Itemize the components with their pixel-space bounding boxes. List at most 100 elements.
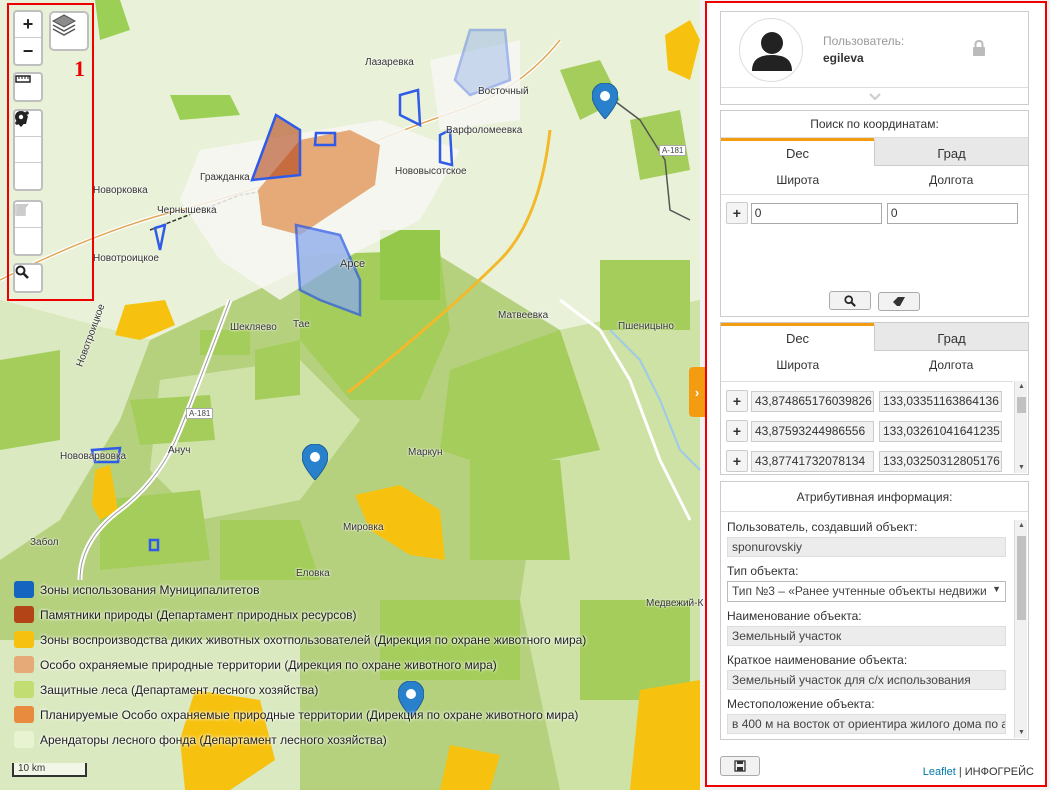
legend-swatch-1 bbox=[14, 606, 34, 623]
short-name-label: Краткое наименование объекта: bbox=[727, 653, 908, 667]
trash-icon bbox=[16, 204, 26, 216]
place-label: Лазаревка bbox=[365, 57, 414, 68]
add-coordinate-button[interactable]: + bbox=[726, 202, 748, 224]
legend-label: Зоны использования Муниципалитетов bbox=[40, 582, 260, 597]
place-label: Новорковка bbox=[93, 185, 148, 196]
short-name-field[interactable]: Земельный участок для с/х использования bbox=[727, 670, 1006, 690]
delete-layers-button[interactable] bbox=[15, 204, 41, 254]
longitude-header: Долгота bbox=[929, 173, 974, 187]
legend-item: Планируемые Особо охраняемые природные т… bbox=[14, 702, 586, 727]
place-label: Гражданка bbox=[200, 172, 250, 183]
layers-button[interactable] bbox=[49, 11, 89, 51]
legend-item: Памятники природы (Департамент природных… bbox=[14, 602, 586, 627]
legend-swatch-4 bbox=[14, 681, 34, 698]
coord-list-headers: Широта Долгота bbox=[721, 351, 1028, 380]
coord-list: + 43,874865176039826 133,03351163864136 … bbox=[721, 381, 1013, 473]
attributes-form: Пользователь, создавший объект: sponurov… bbox=[721, 513, 1013, 739]
scale-bar: 10 km bbox=[12, 763, 87, 777]
coord-list-scrollbar[interactable]: ▲ ▼ bbox=[1014, 381, 1027, 473]
latitude-input[interactable]: 0 bbox=[750, 202, 882, 224]
coord-search-actions bbox=[721, 291, 1028, 311]
user-label: Пользователь: bbox=[823, 34, 905, 48]
latitude-header: Широта bbox=[776, 173, 820, 187]
coord-list-card: Dec Град Широта Долгота + 43,87486517603… bbox=[720, 322, 1029, 475]
avatar bbox=[739, 18, 803, 82]
place-label: Тае bbox=[293, 319, 310, 330]
legend-swatch-0 bbox=[14, 581, 34, 598]
search-coordinates-button[interactable] bbox=[828, 291, 871, 310]
chevron-right-icon: › bbox=[694, 384, 700, 400]
road-label: А-181 bbox=[186, 408, 214, 419]
location-label: Местоположение объекта: bbox=[727, 697, 875, 711]
edit-control bbox=[13, 200, 43, 256]
longitude-input[interactable]: 0 bbox=[886, 202, 1018, 224]
legend-label: Особо охраняемые природные территории (Д… bbox=[40, 657, 497, 672]
chevron-down-icon: ▼ bbox=[992, 584, 1001, 594]
draw-polygon-button[interactable] bbox=[15, 112, 41, 163]
ruler-icon bbox=[15, 75, 31, 83]
scroll-up-icon[interactable]: ▲ bbox=[1015, 520, 1028, 531]
clear-coordinates-button[interactable] bbox=[878, 292, 921, 311]
leaflet-link[interactable]: Leaflet bbox=[923, 766, 956, 778]
longitude-header: Долгота bbox=[929, 358, 974, 372]
place-label: Нововысотское bbox=[395, 166, 467, 177]
place-label: Восточный bbox=[478, 86, 529, 97]
scrollbar-thumb[interactable] bbox=[1017, 536, 1026, 620]
map-search-button[interactable] bbox=[15, 265, 41, 291]
zoom-out-button[interactable]: − bbox=[15, 38, 41, 64]
tab-grad[interactable]: Град bbox=[874, 138, 1028, 166]
legend-item: Арендаторы лесного фонда (Департамент ле… bbox=[14, 727, 586, 752]
place-label: Шекляево bbox=[230, 322, 277, 333]
legend-swatch-5 bbox=[14, 706, 34, 723]
scroll-down-icon[interactable]: ▼ bbox=[1015, 727, 1028, 738]
attribution-text: | ИНФОГРЕЙС bbox=[955, 766, 1034, 778]
panel-toggle-button[interactable]: › bbox=[689, 367, 705, 417]
ruler-button[interactable] bbox=[15, 74, 41, 100]
legend-label: Зоны воспроизводства диких животных охот… bbox=[40, 632, 587, 647]
coord-format-tabs: Dec Град bbox=[721, 138, 1028, 166]
place-label: Варфоломеевка bbox=[446, 125, 523, 136]
type-label: Тип объекта: bbox=[727, 564, 799, 578]
tab-dec[interactable]: Dec bbox=[721, 138, 874, 166]
zoom-in-button[interactable]: + bbox=[15, 12, 41, 38]
place-label: Мировка bbox=[343, 522, 384, 533]
draw-marker-button[interactable] bbox=[15, 111, 41, 189]
add-vertex-button[interactable]: + bbox=[726, 450, 748, 472]
latitude-header: Широта bbox=[776, 358, 820, 372]
search-icon bbox=[15, 265, 29, 279]
latitude-value: 43,87593244986556 bbox=[751, 420, 874, 442]
measure-control bbox=[13, 72, 43, 102]
name-field[interactable]: Земельный участок bbox=[727, 626, 1006, 646]
annotation-number: 1 bbox=[74, 56, 85, 81]
add-vertex-button[interactable]: + bbox=[726, 390, 748, 412]
type-select[interactable]: Тип №3 – «Ранее учтенные объекты недвижи… bbox=[727, 581, 1006, 602]
name-label: Наименование объекта: bbox=[727, 609, 862, 623]
map-marker-icon[interactable] bbox=[302, 444, 328, 480]
draw-control bbox=[13, 109, 43, 191]
map-marker-icon[interactable] bbox=[592, 83, 618, 119]
location-field[interactable]: в 400 м на восток от ориентира жилого до… bbox=[727, 714, 1006, 734]
scrollbar-thumb[interactable] bbox=[1017, 397, 1026, 413]
lock-icon[interactable] bbox=[972, 40, 986, 56]
road-label: А-181 bbox=[659, 145, 687, 156]
list-item: + 43,874865176039826 133,03351163864136 bbox=[721, 389, 1013, 413]
tab-grad[interactable]: Град bbox=[874, 323, 1028, 351]
add-vertex-button[interactable]: + bbox=[726, 420, 748, 442]
user-avatar-icon bbox=[752, 32, 792, 71]
scroll-down-icon[interactable]: ▼ bbox=[1015, 462, 1028, 473]
scroll-up-icon[interactable]: ▲ bbox=[1015, 381, 1028, 392]
coord-list-tabs: Dec Град bbox=[721, 323, 1028, 351]
longitude-value: 133,03261041641235 bbox=[879, 420, 1002, 442]
coord-input-row: + 0 0 bbox=[721, 201, 1028, 225]
legend-label: Арендаторы лесного фонда (Департамент ле… bbox=[40, 732, 387, 747]
search-control bbox=[13, 263, 43, 293]
map-legend: Зоны использования Муниципалитетов Памят… bbox=[14, 577, 586, 752]
attributes-scrollbar[interactable]: ▲ ▼ bbox=[1014, 520, 1027, 738]
place-label: Арсе bbox=[340, 258, 366, 270]
tab-dec[interactable]: Dec bbox=[721, 323, 874, 351]
save-button[interactable] bbox=[720, 756, 760, 776]
legend-item: Зоны использования Муниципалитетов bbox=[14, 577, 586, 602]
user-expand-toggle[interactable] bbox=[721, 87, 1028, 105]
longitude-value: 133,03351163864136 bbox=[879, 390, 1002, 412]
place-label: Забол bbox=[30, 537, 59, 548]
